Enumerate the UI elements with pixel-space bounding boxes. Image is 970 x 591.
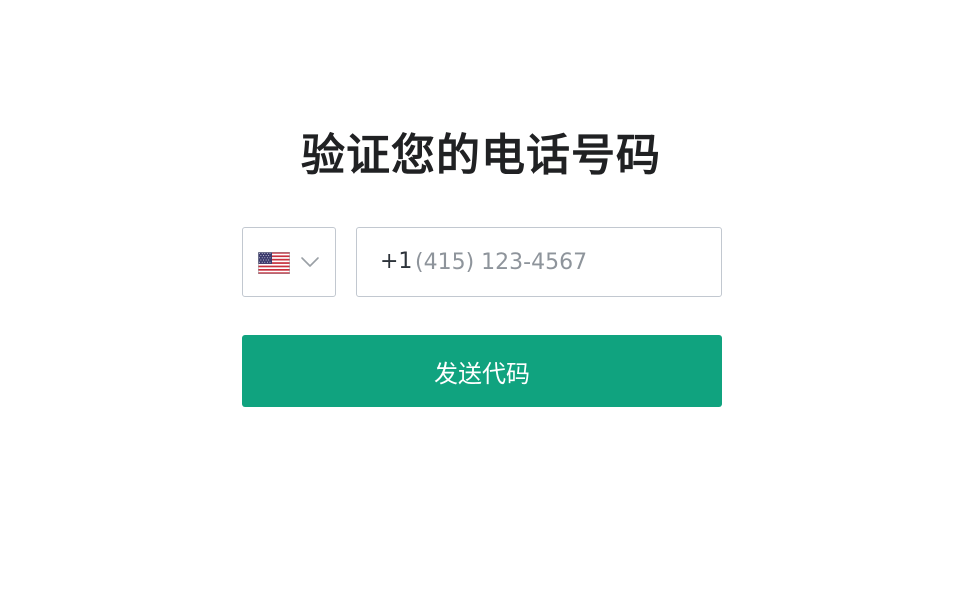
phone-number-input[interactable]	[415, 229, 705, 295]
phone-number-field[interactable]: +1	[356, 227, 722, 297]
dial-code-prefix: +1	[380, 249, 413, 274]
us-flag-icon	[258, 252, 290, 274]
country-code-select[interactable]	[242, 227, 336, 297]
page-title: 验证您的电话号码	[301, 130, 661, 181]
chevron-down-icon	[301, 257, 319, 267]
send-code-button[interactable]: 发送代码	[242, 335, 722, 407]
phone-verification-page: 验证您的电话号码 +1 发送代码	[0, 0, 970, 591]
